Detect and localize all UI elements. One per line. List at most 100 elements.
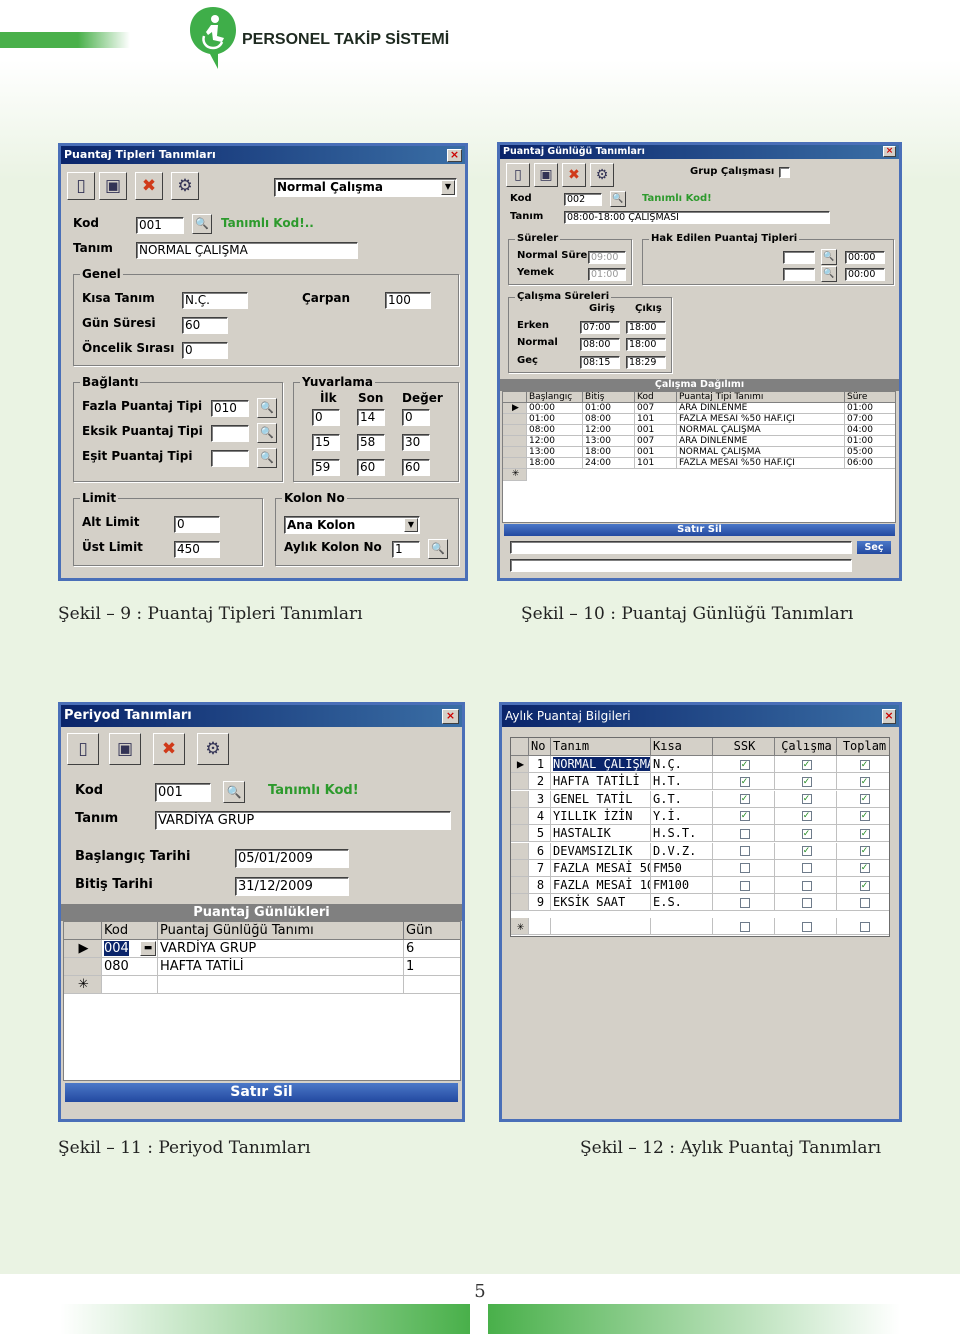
ssk-checkbox[interactable] — [739, 880, 750, 891]
table-cell[interactable]: FM50 — [651, 859, 713, 877]
table-cell[interactable]: 5 — [529, 825, 551, 843]
toplam-checkbox[interactable]: ✓ — [859, 794, 870, 805]
table-cell[interactable]: ✓ — [713, 807, 775, 825]
table-cell[interactable]: ✓ — [775, 825, 837, 843]
kisa-tanim-input[interactable]: N.Ç. — [182, 292, 248, 309]
table-cell[interactable]: H.T. — [651, 773, 713, 791]
sec-button[interactable]: Seç — [857, 541, 891, 554]
table-row[interactable]: ▶ 004 ▬ VARDİYA GRUP 6 — [64, 940, 460, 958]
column-header[interactable]: Kısa — [651, 738, 713, 756]
table-cell[interactable]: 00:00 — [527, 403, 583, 414]
table-cell[interactable]: 4 — [529, 807, 551, 825]
lookup-icon[interactable]: 🔍 — [821, 266, 837, 282]
table-row[interactable]: 01:00 08:00 101 FAZLA MESAİ %50 HAF.İÇİ … — [503, 414, 895, 425]
hak-tip-input[interactable] — [783, 268, 815, 281]
lookup-icon[interactable]: 🔍 — [821, 249, 837, 265]
ssk-checkbox[interactable]: ✓ — [739, 794, 750, 805]
toplam-checkbox[interactable]: ✓ — [859, 828, 870, 839]
gun-suresi-input[interactable]: 60 — [182, 317, 228, 334]
ust-limit-input[interactable]: 450 — [174, 541, 220, 558]
ssk-checkbox[interactable] — [739, 846, 750, 856]
calisma-dagilimi-grid[interactable]: Başlangıç Bitiş Kod Puantaj Tipi Tanımı … — [502, 391, 896, 523]
save-icon[interactable]: ▣ — [109, 733, 141, 765]
table-row[interactable]: ▶ 1 NORMAL ÇALIŞMA N.Ç. ✓ ✓ ✓ — [511, 756, 889, 773]
table-cell[interactable]: ✓ — [837, 808, 889, 825]
dropdown-arrow-icon[interactable]: ▼ — [441, 180, 455, 195]
kolon-select[interactable]: Ana Kolon ▼ — [284, 516, 420, 534]
ssk-checkbox[interactable] — [739, 897, 750, 908]
calisma-checkbox[interactable]: ✓ — [801, 811, 812, 822]
table-cell[interactable]: 01:00 — [527, 414, 583, 425]
tanim-text[interactable]: GENEL TATİL — [553, 792, 632, 806]
kod-input[interactable]: 001 — [155, 783, 211, 802]
table-cell[interactable]: HAFTA TATİLİ — [158, 958, 404, 976]
table-row[interactable]: 8 FAZLA MESAİ 100 FM100 ✓ — [511, 877, 889, 895]
hak-tip-input[interactable] — [783, 251, 815, 264]
yuvarlama-cell[interactable]: 60 — [402, 459, 430, 476]
table-cell[interactable] — [713, 877, 775, 895]
new-table-row[interactable]: ✳ — [503, 469, 895, 481]
table-cell[interactable]: 05:00 — [845, 447, 895, 458]
table-cell[interactable]: 12:00 — [527, 436, 583, 447]
delete-icon[interactable]: ✖ — [153, 733, 185, 765]
new-document-icon[interactable]: ▯ — [506, 163, 530, 187]
column-header[interactable]: Kod — [635, 392, 677, 403]
table-cell[interactable]: 8 — [529, 877, 551, 895]
ssk-checkbox[interactable]: ✓ — [739, 776, 750, 787]
table-row[interactable]: 7 FAZLA MESAİ 50 FM50 ✓ — [511, 859, 889, 877]
table-cell[interactable] — [713, 918, 775, 935]
column-header[interactable]: Toplam — [837, 738, 889, 756]
esit-input[interactable] — [211, 450, 249, 467]
table-cell[interactable]: VARDİYA GRUP — [158, 940, 404, 958]
tanim-input[interactable]: 08:00-18:00 ÇALIŞMASI — [564, 211, 830, 224]
dropdown-arrow-icon[interactable]: ▬ — [140, 941, 156, 956]
tanim-text[interactable]: HASTALIK — [553, 826, 611, 840]
table-cell[interactable]: ✓ — [837, 791, 889, 808]
table-cell[interactable]: 3 — [529, 790, 551, 808]
column-header[interactable]: Bitiş — [583, 392, 635, 403]
column-header[interactable]: Tanım — [551, 738, 651, 756]
new-table-row[interactable]: ✳ — [511, 918, 889, 935]
ssk-checkbox[interactable] — [739, 828, 750, 839]
puantaj-gunlukleri-grid[interactable]: Kod Puantaj Günlüğü Tanımı Gün ▶ 004 ▬ VA… — [63, 921, 461, 1081]
table-row[interactable]: 4 YILLIK İZİN Y.İ. ✓ ✓ ✓ — [511, 807, 889, 825]
yuvarlama-cell[interactable]: 15 — [312, 434, 340, 451]
table-cell[interactable]: ✓ — [837, 773, 889, 791]
table-cell[interactable]: 01:00 — [845, 436, 895, 447]
search-input[interactable] — [510, 541, 852, 554]
toplam-checkbox[interactable] — [859, 897, 870, 908]
table-cell[interactable]: ✓ — [775, 842, 837, 860]
table-cell[interactable]: 7 — [529, 859, 551, 877]
table-cell[interactable]: 13:00 — [527, 447, 583, 458]
toplam-checkbox[interactable]: ✓ — [859, 863, 870, 874]
table-cell[interactable] — [551, 918, 651, 935]
tools-icon[interactable]: ⚙ — [197, 733, 229, 765]
table-cell[interactable]: ✓ — [837, 756, 889, 773]
gec-giris-input[interactable]: 08:15 — [580, 356, 620, 369]
close-icon[interactable]: × — [447, 149, 462, 162]
close-icon[interactable]: × — [442, 709, 459, 724]
table-cell[interactable]: D.V.Z. — [651, 842, 713, 860]
table-row[interactable]: 5 HASTALIK H.S.T. ✓ ✓ — [511, 825, 889, 843]
table-cell[interactable]: ✓ — [713, 773, 775, 791]
table-cell[interactable]: ✓ — [775, 807, 837, 825]
calisma-checkbox[interactable]: ✓ — [801, 759, 812, 770]
table-row[interactable]: 12:00 13:00 007 ARA DİNLENME 01:00 — [503, 436, 895, 447]
hak-sure-input[interactable]: 00:00 — [845, 268, 885, 281]
table-cell[interactable]: 18:00 — [527, 458, 583, 469]
table-cell[interactable]: N.Ç. — [651, 756, 713, 773]
table-cell[interactable]: 24:00 — [583, 458, 635, 469]
satir-sil-button[interactable]: Satır Sil — [65, 1083, 458, 1102]
toplam-checkbox[interactable]: ✓ — [859, 811, 870, 822]
aylik-puantaj-grid[interactable]: No Tanım Kısa SSK Çalışma Toplam ▶ 1 NORMA… — [510, 737, 890, 937]
table-cell[interactable]: 04:00 — [845, 425, 895, 436]
table-cell[interactable]: 007 — [635, 436, 677, 447]
lookup-icon[interactable]: 🔍 — [257, 448, 277, 468]
tanim-input[interactable]: NORMAL ÇALIŞMA — [136, 242, 358, 259]
calisma-checkbox[interactable]: ✓ — [801, 794, 812, 805]
column-header[interactable]: Çalışma — [775, 738, 837, 756]
ssk-checkbox[interactable]: ✓ — [739, 759, 750, 770]
table-cell[interactable]: FAZLA MESAİ %50 HAF.İÇİ — [677, 414, 845, 425]
table-row[interactable]: 6 DEVAMSIZLIK D.V.Z. ✓ ✓ — [511, 842, 889, 860]
table-cell[interactable]: 6 — [529, 842, 551, 860]
